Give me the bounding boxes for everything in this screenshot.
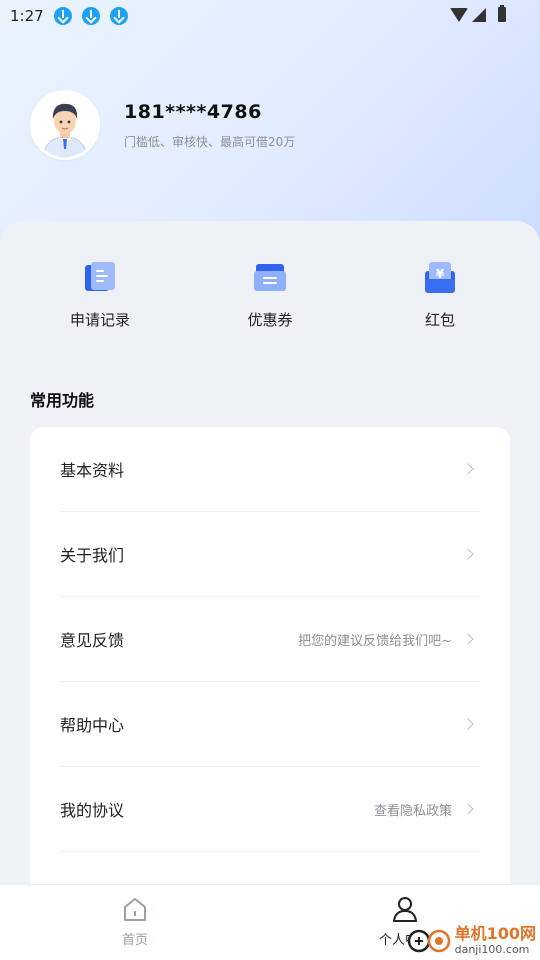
- download-icon: [109, 7, 128, 25]
- watermark-text: 单机100网 danji100.com: [454, 924, 536, 957]
- watermark-cn: 单机100网: [454, 924, 536, 943]
- user-icon: [392, 897, 418, 922]
- menu-item-label: 意见反馈: [60, 631, 125, 650]
- site-watermark: 单机100网 danji100.com: [407, 925, 536, 956]
- wifi-icon: [450, 7, 468, 22]
- menu-item-hint: 查看隐私政策: [373, 803, 452, 819]
- watermark-logo-icon: [407, 929, 450, 952]
- watermark-en: danji100.com: [454, 943, 530, 956]
- quick-action-label: 红包: [424, 311, 455, 329]
- menu-item-label: 帮助中心: [60, 716, 125, 735]
- menu-item-label: 基本资料: [60, 461, 125, 480]
- chevron-right-icon: [462, 463, 474, 475]
- download-icon: [53, 7, 72, 25]
- chevron-right-icon: [462, 718, 474, 730]
- main-panel: 申请记录 优惠券 ¥ 红包 常用功能 基本资料 关于我们 意见反馈 把您的建议反…: [0, 221, 540, 947]
- svg-text:¥: ¥: [436, 267, 445, 281]
- quick-action-label: 申请记录: [69, 311, 130, 329]
- menu-card: 基本资料 关于我们 意见反馈 把您的建议反馈给我们吧~ 帮助中心 我的协议 查看…: [30, 427, 510, 947]
- menu-item-basic-info[interactable]: 基本资料: [60, 427, 480, 512]
- status-time: 1:27: [10, 7, 44, 25]
- menu-item-hint: 把您的建议反馈给我们吧~: [298, 633, 452, 649]
- quick-action-red-packet[interactable]: ¥ 红包: [380, 259, 500, 330]
- profile-text: 181****4786 门槛低、审核快、最高可借20万: [124, 101, 295, 150]
- profile-tagline: 门槛低、审核快、最高可借20万: [124, 134, 296, 149]
- tab-label: 首页: [121, 933, 148, 948]
- chevron-right-icon: [462, 548, 474, 560]
- tab-home[interactable]: 首页: [75, 895, 195, 948]
- status-right: [450, 5, 506, 22]
- profile-header[interactable]: 181****4786 门槛低、审核快、最高可借20万: [30, 90, 295, 160]
- avatar[interactable]: [30, 90, 100, 160]
- status-bar: 1:27: [0, 0, 540, 32]
- phone-number: 181****4786: [124, 100, 262, 123]
- quick-action-coupon[interactable]: 优惠券: [210, 259, 330, 330]
- section-title: 常用功能: [30, 391, 95, 410]
- red-packet-icon: ¥: [425, 262, 455, 293]
- menu-item-label: 关于我们: [60, 546, 125, 565]
- menu-item-label: 我的协议: [60, 801, 125, 820]
- menu-item-about-us[interactable]: 关于我们: [60, 512, 480, 597]
- download-icon: [81, 7, 100, 25]
- home-icon: [124, 898, 146, 921]
- quick-action-label: 优惠券: [247, 311, 293, 329]
- menu-item-my-agreements[interactable]: 我的协议 查看隐私政策: [60, 767, 480, 852]
- quick-action-application-record[interactable]: 申请记录: [40, 259, 160, 330]
- application-record-icon: [85, 262, 115, 291]
- signal-icon: [472, 7, 486, 22]
- coupon-icon: [254, 264, 286, 291]
- chevron-right-icon: [462, 803, 474, 815]
- quick-actions: 申请记录 优惠券 ¥ 红包: [0, 259, 540, 339]
- menu-item-help-center[interactable]: 帮助中心: [60, 682, 480, 767]
- menu-item-feedback[interactable]: 意见反馈 把您的建议反馈给我们吧~: [60, 597, 480, 682]
- battery-icon: [498, 5, 506, 22]
- chevron-right-icon: [462, 633, 474, 645]
- avatar-illustration-icon: [33, 93, 97, 157]
